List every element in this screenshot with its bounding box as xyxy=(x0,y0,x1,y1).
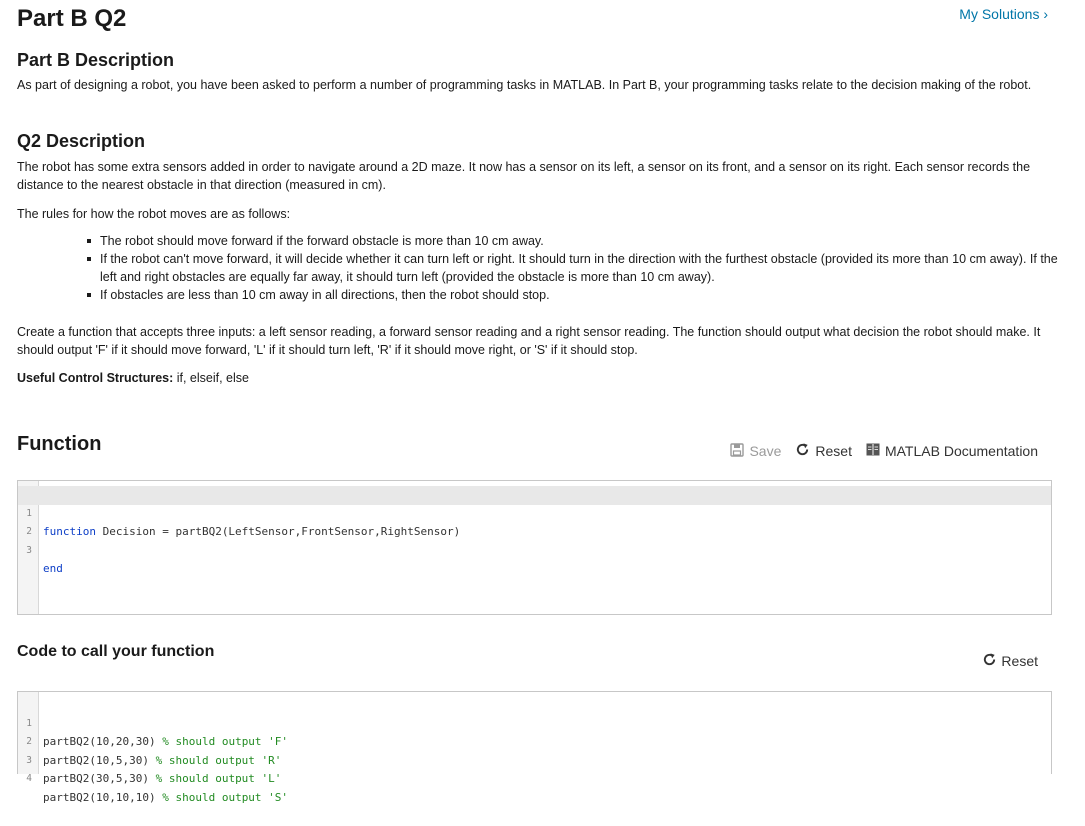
reset-label: Reset xyxy=(815,443,852,459)
code-text: partBQ2(30,5,30) xyxy=(43,772,156,785)
code-keyword: end xyxy=(43,562,63,575)
book-icon xyxy=(866,443,880,459)
page-title: Part B Q2 xyxy=(17,5,127,32)
code-line[interactable]: 2 partBQ2(10,5,30) % should output 'R' xyxy=(18,715,1051,767)
my-solutions-link[interactable]: My Solutions › xyxy=(959,6,1048,22)
call-code-editor[interactable]: 1 partBQ2(10,20,30) % should output 'F' … xyxy=(17,691,1052,804)
save-icon xyxy=(730,442,745,460)
code-line[interactable]: 3 partBQ2(30,5,30) % should output 'L' xyxy=(18,733,1051,786)
call-reset-label: Reset xyxy=(1001,653,1038,669)
q2-para-3: Create a function that accepts three inp… xyxy=(17,325,1041,357)
call-code-heading: Code to call your function xyxy=(17,643,215,660)
rule-item-2: If the robot can't move forward, it will… xyxy=(87,250,1075,286)
reset-icon xyxy=(982,652,997,670)
code-line[interactable]: 1 partBQ2(10,20,30) % should output 'F' xyxy=(18,696,1051,749)
part-b-text: As part of designing a robot, you have b… xyxy=(17,78,1032,92)
useful-label: Useful Control Structures: xyxy=(17,371,174,385)
useful-structures: Useful Control Structures: if, elseif, e… xyxy=(17,371,249,385)
reset-button[interactable]: Reset xyxy=(795,442,852,460)
rule-item-3: If obstacles are less than 10 cm away in… xyxy=(87,286,1075,304)
function-editor[interactable]: 1 function Decision = partBQ2(LeftSensor… xyxy=(17,480,1052,615)
code-comment: % should output 'S' xyxy=(162,790,289,804)
rules-list: The robot should move forward if the for… xyxy=(80,232,1075,304)
matlab-documentation-button[interactable]: MATLAB Documentation xyxy=(866,443,1038,459)
save-button[interactable]: Save xyxy=(730,442,782,460)
reset-icon xyxy=(795,442,810,460)
code-line[interactable]: 3 end xyxy=(18,523,1051,576)
q2-heading: Q2 Description xyxy=(17,131,146,151)
matlab-documentation-label: MATLAB Documentation xyxy=(884,443,1038,459)
line-number: 3 xyxy=(26,544,32,556)
code-line[interactable]: 4 partBQ2(10,10,10) % should output 'S' xyxy=(18,752,1051,804)
useful-value: if, elseif, else xyxy=(173,371,249,385)
part-b-heading: Part B Description xyxy=(17,50,175,70)
function-toolbar: Save Reset MATLAB Documentation xyxy=(730,442,1038,460)
code-line[interactable]: 2 xyxy=(18,505,1051,537)
function-heading: Function xyxy=(17,433,102,455)
rule-item-1: The robot should move forward if the for… xyxy=(87,232,1075,250)
save-label: Save xyxy=(749,443,782,459)
call-reset-button[interactable]: Reset xyxy=(982,652,1038,670)
q2-para-2: The rules for how the robot moves are as… xyxy=(17,207,291,221)
q2-para-1: The robot has some extra sensors added i… xyxy=(17,160,1031,192)
code-text: partBQ2(10,10,10) xyxy=(43,790,163,804)
code-line[interactable]: 1 function Decision = partBQ2(LeftSensor… xyxy=(18,486,1051,538)
code-comment: % should output 'L' xyxy=(155,772,282,785)
